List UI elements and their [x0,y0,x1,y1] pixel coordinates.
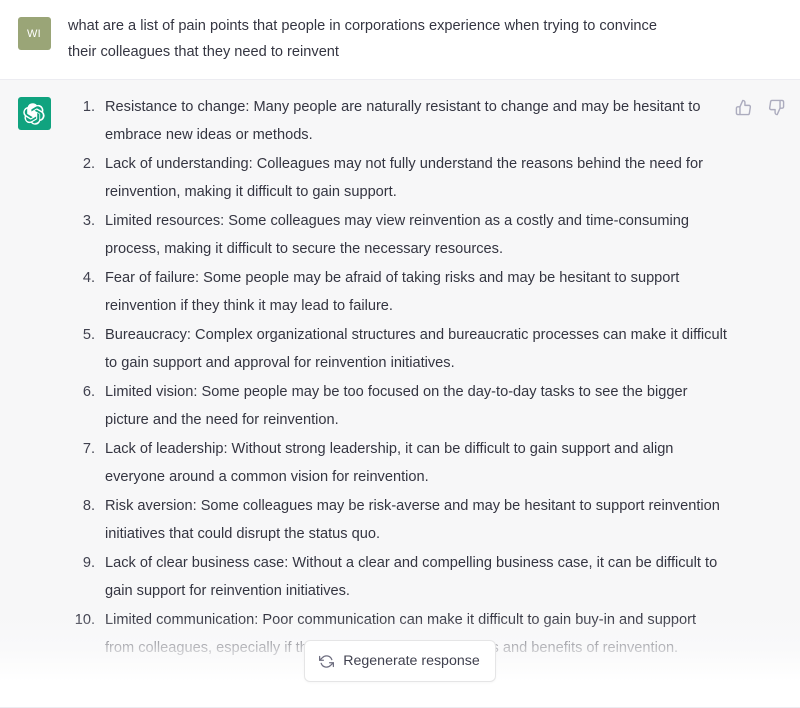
list-item: Lack of clear business case: Without a c… [68,549,718,599]
refresh-icon [319,654,335,669]
chat-transcript: WI what are a list of pain points that p… [0,0,800,708]
assistant-avatar-column [0,93,68,675]
avatar: WI [17,17,51,50]
feedback-controls [731,95,788,119]
list-item: Resistance to change: Many people are na… [68,93,701,143]
list-item: Risk aversion: Some colleagues may be ri… [68,492,720,542]
user-message-row: WI what are a list of pain points that p… [0,0,800,80]
list-item: Lack of understanding: Colleagues may no… [68,150,703,200]
user-message-text: what are a list of pain points that peop… [68,18,662,60]
thumbs-down-icon[interactable] [764,95,788,119]
list-item: Limited vision: Some people may be too f… [68,378,688,428]
list-item: Bureaucracy: Complex organizational stru… [68,321,727,371]
user-message-content: what are a list of pain points that peop… [68,13,800,65]
user-avatar-column: WI [0,13,68,65]
regenerate-response-label: Regenerate response [343,653,480,669]
assistant-answer-list: Resistance to change: Many people are na… [68,93,728,662]
openai-logo-icon [17,97,51,130]
list-item: Lack of leadership: Without strong leade… [68,435,674,485]
list-item: Fear of failure: Some people may be afra… [68,264,680,314]
regenerate-response-button[interactable]: Regenerate response [304,640,496,682]
assistant-message-content: Resistance to change: Many people are na… [68,93,800,675]
thumbs-up-icon[interactable] [731,95,755,119]
list-item: Limited resources: Some colleagues may v… [68,207,690,257]
assistant-message-row: Resistance to change: Many people are na… [0,80,800,675]
